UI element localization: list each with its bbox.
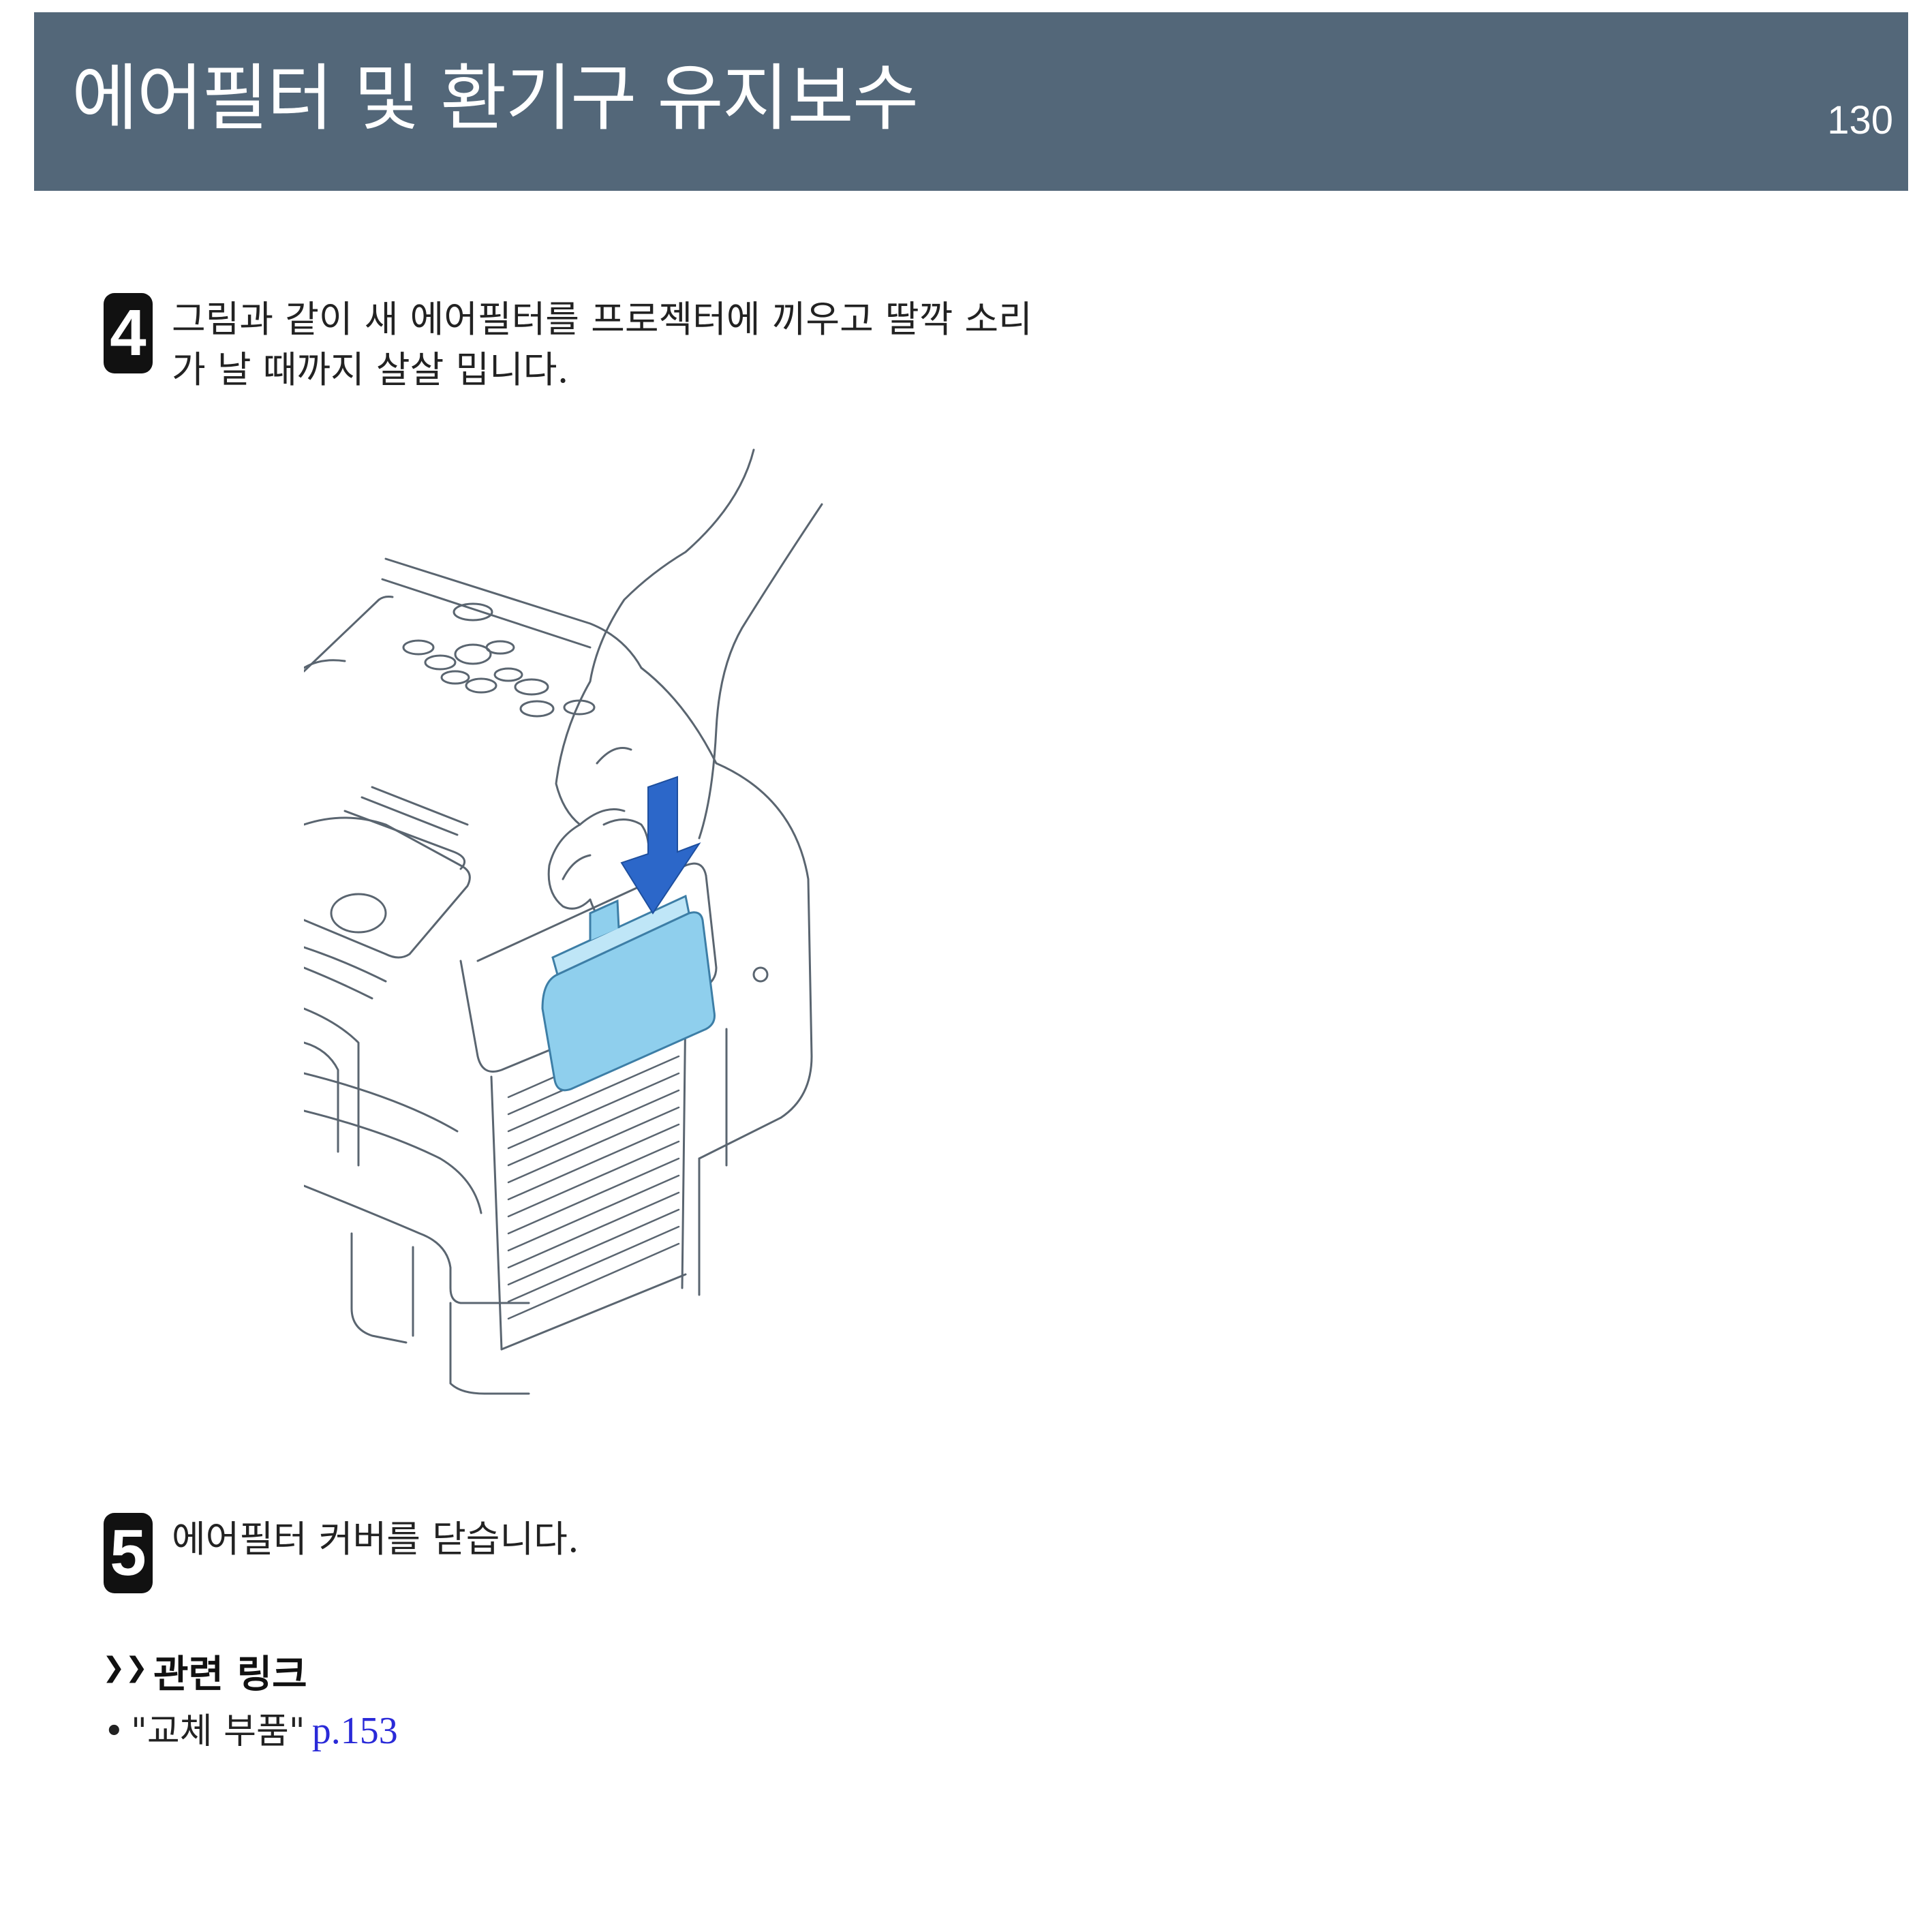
related-links-title: 관련 링크: [153, 1653, 307, 1697]
step-instruction: 그림과 같이 새 에어필터를 프로젝터에 끼우고 딸깍 소리가 날 때까지 살살…: [172, 298, 1032, 391]
double-chevron-icon: ❯❯: [102, 1652, 149, 1683]
page-number: 130: [1827, 98, 1893, 142]
step-number-badge: 4: [104, 293, 153, 373]
step-instruction: 에어필터 커버를 닫습니다.: [172, 1518, 579, 1561]
bullet: •: [104, 1711, 125, 1752]
list-item: • "교체 부품" p.153: [104, 1707, 398, 1755]
page-header: 에어필터 및 환기구 유지보수 130: [34, 12, 1908, 191]
related-links-heading: ❯❯ 관련 링크: [102, 1644, 307, 1699]
step-number-badge: 5: [104, 1513, 153, 1593]
page-title: 에어필터 및 환기구 유지보수: [72, 57, 919, 140]
page-link[interactable]: p.153: [312, 1710, 398, 1752]
related-links-list: • "교체 부품" p.153: [104, 1707, 398, 1755]
projector-air-filter-install-illustration: [304, 448, 823, 1395]
related-link-label: "교체 부품": [131, 1711, 305, 1752]
